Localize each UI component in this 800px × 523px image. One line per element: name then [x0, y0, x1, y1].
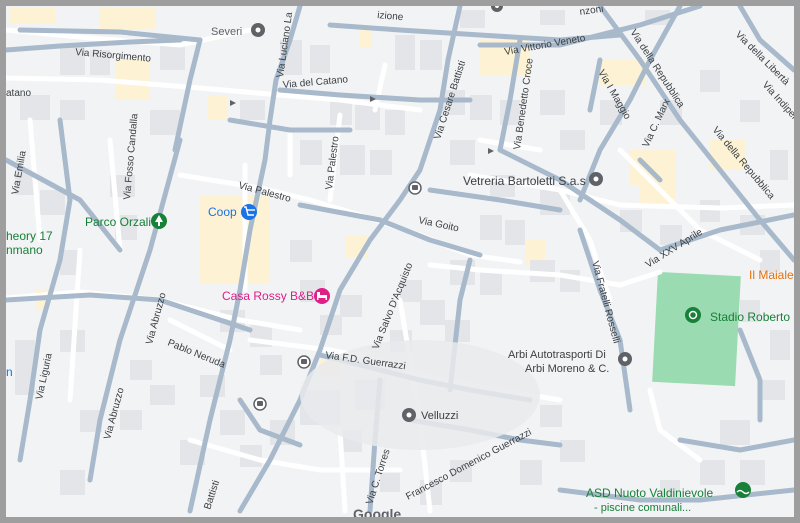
poi-label-left-n: n [6, 365, 13, 379]
poi-coop[interactable]: Coop [208, 204, 257, 220]
poi-label-arbi-line2: Arbi Moreno & C. [525, 363, 609, 375]
bus-stop-icon[interactable] [297, 355, 311, 369]
poi-velluzzi[interactable]: Velluzzi [402, 408, 458, 422]
poi-label-severi: Severi [211, 26, 242, 38]
poi-severi[interactable]: Severi [211, 23, 265, 38]
poi-label-arbi-line1: Arbi Autotrasporti Di [508, 349, 606, 361]
poi-label-coop: Coop [208, 205, 237, 219]
poi-label-asd-nuoto-line1: ASD Nuoto Valdinievole [586, 486, 714, 500]
bus-stop-icon[interactable] [253, 397, 267, 411]
poi-label-stadio: Stadio Roberto S [710, 310, 794, 324]
bus-stop-icon[interactable] [408, 181, 422, 195]
poi-label-parco-orzali: Parco Orzali [85, 215, 151, 229]
poi-label-theory17-line1: heory 17 [6, 229, 53, 243]
poi-label-maiale[interactable]: Il Maiale [749, 268, 794, 282]
street-label-catano-left: atano [6, 88, 31, 99]
google-attribution: Google [353, 506, 401, 517]
poi-vetreria[interactable]: Vetreria Bartoletti S.a.s [463, 172, 603, 188]
poi-label-theory17-line2: nmano [6, 243, 43, 257]
street-label-izione: izione [377, 10, 404, 23]
poi-label-casa-rossy: Casa Rossy B&B [222, 289, 314, 303]
poi-label-asd-nuoto-line2: - piscine comunali... [594, 502, 691, 514]
poi-casa-rossy[interactable]: Casa Rossy B&B [222, 288, 330, 304]
poi-label-velluzzi: Velluzzi [421, 410, 458, 422]
poi-label-vetreria: Vetreria Bartoletti S.a.s [463, 174, 586, 188]
stadium-field[interactable] [652, 271, 741, 387]
poi-parco-orzali[interactable]: Parco Orzali [85, 213, 167, 229]
map-canvas[interactable]: Via Risorgimento Via Luciano La Via Cesa… [6, 6, 794, 517]
map-view[interactable]: Via Risorgimento Via Luciano La Via Cesa… [6, 6, 794, 517]
